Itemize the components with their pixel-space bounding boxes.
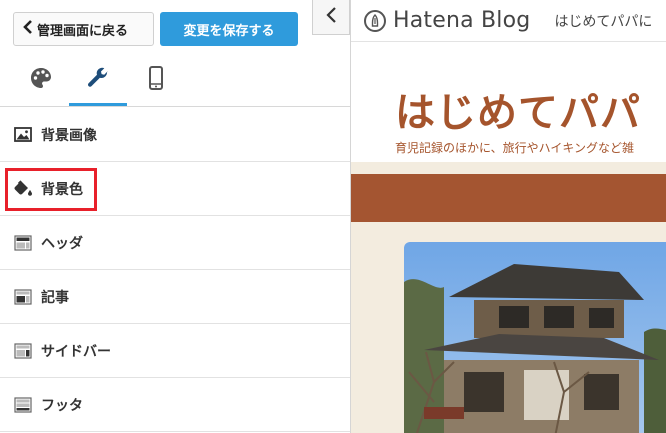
palette-icon	[30, 67, 52, 93]
settings-tabs	[0, 54, 350, 107]
collapse-panel-button[interactable]	[312, 0, 350, 35]
menu-item-background-image[interactable]: 背景画像	[0, 108, 350, 162]
menu-item-article[interactable]: 記事	[0, 270, 350, 324]
menu-item-sidebar[interactable]: サイドバー	[0, 324, 350, 378]
save-button-label: 変更を保存する	[183, 23, 275, 39]
design-settings-panel: 管理画面に戻る 変更を保存する 背景画像 背景色 ヘッダ 記事 サイドバー フッ…	[0, 0, 351, 433]
menu-item-label: 記事	[41, 289, 69, 306]
highlight-annotation-box	[5, 168, 97, 211]
blog-header: はじめてパパ 育児記録のほかに、旅行やハイキングなど雑	[351, 42, 666, 162]
back-button-label: 管理画面に戻る	[37, 23, 129, 39]
wrench-icon	[86, 66, 110, 94]
topbar-blog-name[interactable]: はじめてパパに	[554, 11, 652, 31]
hatena-topbar: Hatena Blog はじめてパパに	[351, 0, 666, 42]
article-card	[404, 242, 666, 433]
blog-title[interactable]: はじめてパパ	[395, 80, 641, 138]
tab-design[interactable]	[12, 54, 70, 106]
image-icon	[13, 125, 33, 145]
tab-customize[interactable]	[69, 54, 127, 106]
chevron-left-icon	[325, 6, 337, 28]
blog-description: 育児記録のほかに、旅行やハイキングなど雑	[395, 141, 635, 155]
hatena-pen-icon	[364, 9, 386, 32]
menu-item-label: フッタ	[41, 397, 83, 414]
menu-item-label: サイドバー	[41, 343, 111, 360]
tab-smartphone[interactable]	[127, 54, 185, 106]
article-photo-house	[404, 242, 666, 433]
global-nav-band	[351, 174, 666, 222]
sidebar-layout-icon	[13, 341, 33, 361]
back-to-dashboard-button[interactable]: 管理画面に戻る	[13, 12, 154, 46]
chevron-left-icon	[22, 20, 34, 38]
footer-layout-icon	[13, 395, 33, 415]
menu-item-footer[interactable]: フッタ	[0, 378, 350, 432]
header-layout-icon	[13, 233, 33, 253]
blog-preview: Hatena Blog はじめてパパに はじめてパパ 育児記録のほかに、旅行やハ…	[351, 0, 666, 433]
article-layout-icon	[13, 287, 33, 307]
smartphone-icon	[149, 66, 163, 94]
menu-item-label: 背景画像	[41, 127, 97, 144]
customize-screen: 管理画面に戻る 変更を保存する 背景画像 背景色 ヘッダ 記事 サイドバー フッ…	[0, 0, 666, 433]
menu-item-header[interactable]: ヘッダ	[0, 216, 350, 270]
hatena-blog-logo[interactable]: Hatena Blog	[393, 8, 530, 33]
menu-item-label: ヘッダ	[41, 235, 83, 252]
save-changes-button[interactable]: 変更を保存する	[160, 12, 298, 46]
